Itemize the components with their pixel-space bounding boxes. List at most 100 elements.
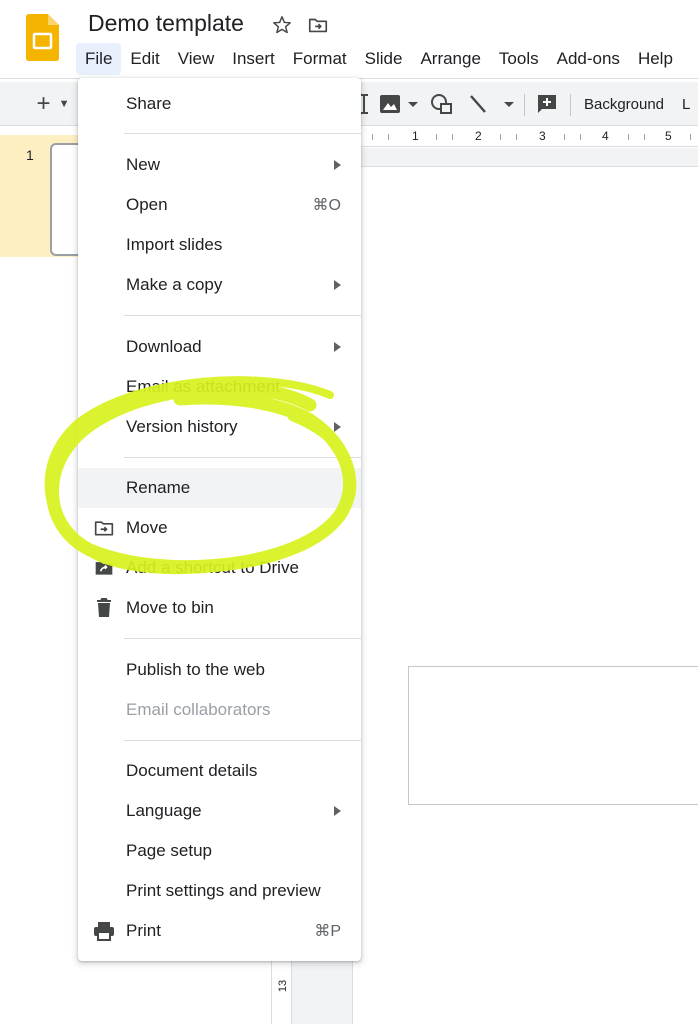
menu-item-add-shortcut-to-drive[interactable]: Add a shortcut to Drive <box>78 548 361 588</box>
menu-item-label: Publish to the web <box>126 660 265 679</box>
menu-tools[interactable]: Tools <box>490 43 548 75</box>
menu-item-label: Print settings and preview <box>126 881 321 900</box>
menu-item-label: Email as attachment <box>126 377 281 396</box>
background-button[interactable]: Background <box>578 91 670 117</box>
star-icon[interactable] <box>270 13 294 37</box>
menu-item-label: Download <box>126 337 202 356</box>
ruler-tick <box>628 134 629 140</box>
menu-item-version-history[interactable]: Version history <box>78 407 361 447</box>
move-folder-icon <box>92 516 116 540</box>
menu-separator <box>124 638 361 639</box>
ruler-number: 5 <box>665 129 672 143</box>
menu-item-page-setup[interactable]: Page setup <box>78 831 361 871</box>
ruler-tick <box>388 134 389 140</box>
menu-item-label: Move <box>126 518 168 537</box>
ruler-tick <box>436 134 437 140</box>
menu-file[interactable]: File <box>76 43 122 75</box>
menu-item-label: Language <box>126 801 202 820</box>
menu-item-label: Make a copy <box>126 275 223 294</box>
menu-item-label: Print <box>126 921 161 940</box>
menu-edit[interactable]: Edit <box>121 43 168 75</box>
menu-item-print-settings[interactable]: Print settings and preview <box>78 871 361 911</box>
menu-separator <box>124 457 361 458</box>
menu-addons[interactable]: Add-ons <box>548 43 629 75</box>
ruler-tick <box>580 134 581 140</box>
menu-separator <box>124 740 361 741</box>
submenu-arrow-icon <box>334 280 341 290</box>
menu-item-import-slides[interactable]: Import slides <box>78 225 361 265</box>
slide-number: 1 <box>26 147 34 163</box>
layout-button[interactable]: L <box>682 91 698 117</box>
printer-icon <box>92 919 116 943</box>
ruler-tick <box>564 134 565 140</box>
menu-item-label: Document details <box>126 761 258 780</box>
submenu-arrow-icon <box>334 422 341 432</box>
document-title[interactable]: Demo template <box>88 10 244 37</box>
menu-insert[interactable]: Insert <box>223 43 284 75</box>
ruler-number: 1 <box>412 129 419 143</box>
ruler-tick <box>500 134 501 140</box>
ruler-number: 3 <box>539 129 546 143</box>
add-comment-icon[interactable] <box>534 91 560 117</box>
toolbar-separator <box>570 94 571 116</box>
menu-separator <box>124 315 361 316</box>
menu-view[interactable]: View <box>169 43 224 75</box>
menu-item-label: Page setup <box>126 841 213 860</box>
menu-item-label: Add a shortcut to Drive <box>126 558 299 577</box>
ruler-tick <box>452 134 453 140</box>
menu-item-label: Email collaborators <box>126 700 271 719</box>
file-menu: Share New Open ⌘O Import slides Make a c… <box>78 78 361 961</box>
menu-item-label: Import slides <box>126 235 223 254</box>
drive-shortcut-icon <box>92 556 116 580</box>
menu-item-move[interactable]: Move <box>78 508 361 548</box>
menu-item-download[interactable]: Download <box>78 327 361 367</box>
menu-separator <box>124 133 361 134</box>
ruler-number: 4 <box>602 129 609 143</box>
menu-item-document-details[interactable]: Document details <box>78 751 361 791</box>
toolbar-separator <box>524 94 525 116</box>
menu-item-email-as-attachment[interactable]: Email as attachment <box>78 367 361 407</box>
ruler-tick <box>516 134 517 140</box>
shape-icon[interactable] <box>428 91 456 117</box>
menu-slide[interactable]: Slide <box>356 43 412 75</box>
slides-logo-icon[interactable] <box>26 14 59 61</box>
menu-item-open[interactable]: Open ⌘O <box>78 185 361 225</box>
menu-item-make-a-copy[interactable]: Make a copy <box>78 265 361 305</box>
text-placeholder-box[interactable] <box>408 666 698 805</box>
menu-item-label: Version history <box>126 417 238 436</box>
menu-item-share[interactable]: Share <box>78 84 361 124</box>
line-tool-button[interactable] <box>466 91 518 117</box>
move-folder-icon[interactable] <box>306 13 330 37</box>
menu-item-language[interactable]: Language <box>78 791 361 831</box>
menubar: File Edit View Insert Format Slide Arran… <box>76 42 682 76</box>
submenu-arrow-icon <box>334 160 341 170</box>
menu-item-label: Open <box>126 195 168 214</box>
menu-item-label: Move to bin <box>126 598 214 617</box>
trash-icon <box>92 596 116 620</box>
vertical-ruler-number: 13 <box>277 979 290 993</box>
new-slide-button[interactable]: + ▼ <box>30 90 76 117</box>
ruler-tick <box>690 134 691 140</box>
menu-item-new[interactable]: New <box>78 145 361 185</box>
ruler-tick <box>644 134 645 140</box>
menu-item-publish-to-web[interactable]: Publish to the web <box>78 650 361 690</box>
menu-arrange[interactable]: Arrange <box>411 43 489 75</box>
slide-canvas[interactable] <box>352 166 698 1024</box>
ruler-tick <box>372 134 373 140</box>
shortcut-hint: ⌘O <box>312 197 341 214</box>
menu-item-rename[interactable]: Rename <box>78 468 361 508</box>
menu-item-label: New <box>126 155 161 174</box>
insert-image-button[interactable] <box>378 91 420 117</box>
menu-format[interactable]: Format <box>284 43 356 75</box>
submenu-arrow-icon <box>334 342 341 352</box>
ruler-number: 2 <box>475 129 482 143</box>
shortcut-hint: ⌘P <box>314 923 341 940</box>
menu-item-label: Share <box>126 94 172 113</box>
menu-item-label: Rename <box>126 478 191 497</box>
menu-item-move-to-bin[interactable]: Move to bin <box>78 588 361 628</box>
chevron-down-icon: ▼ <box>58 98 70 110</box>
submenu-arrow-icon <box>334 806 341 816</box>
menu-help[interactable]: Help <box>629 43 682 75</box>
menu-item-email-collaborators: Email collaborators <box>78 690 361 730</box>
menu-item-print[interactable]: Print ⌘P <box>78 911 361 951</box>
